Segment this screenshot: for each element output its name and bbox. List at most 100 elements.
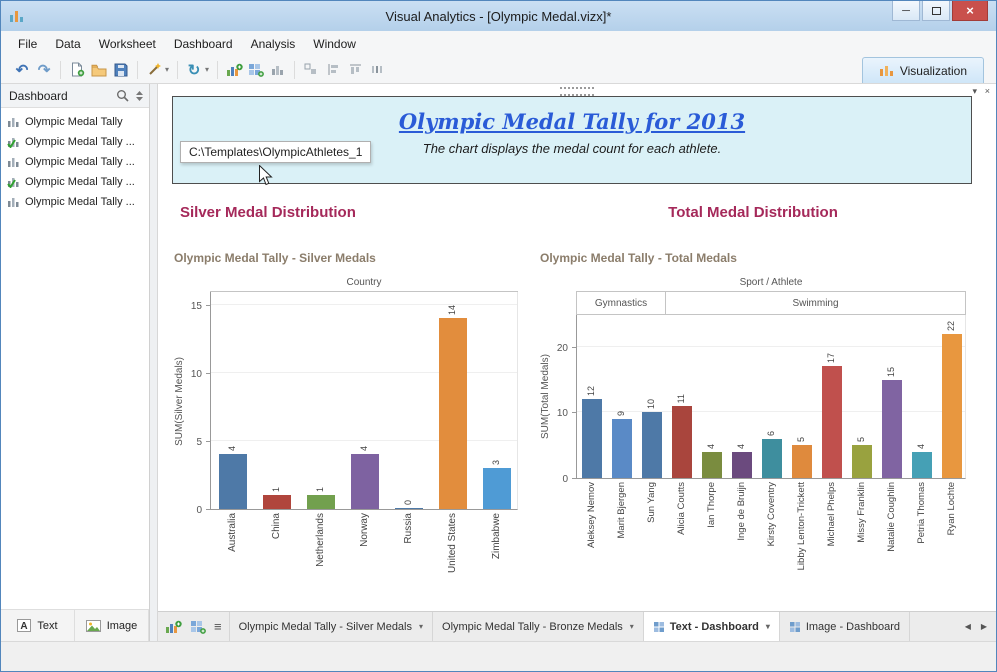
- bar-sun-yang[interactable]: [642, 412, 662, 478]
- add-chart-icon[interactable]: [223, 59, 245, 81]
- top-axis-label: Country: [210, 277, 518, 292]
- image-button-label: Image: [106, 619, 138, 632]
- x-axis-label: Russia: [402, 513, 414, 544]
- bar-marit-bjergen[interactable]: [612, 419, 632, 478]
- bar-value-label: 1: [315, 486, 325, 492]
- tab-scroll-right-icon[interactable]: ▶: [978, 618, 990, 635]
- x-axis-label: Zimbabwe: [490, 513, 502, 560]
- sidebar-item-2[interactable]: Olympic Medal Tally ...: [1, 132, 149, 152]
- add-text-button[interactable]: A Text: [1, 610, 75, 641]
- refresh-icon[interactable]: ↻: [183, 59, 205, 81]
- bar-inge-de-bruijn[interactable]: [732, 452, 752, 478]
- tab-3[interactable]: Text - Dashboard ▾: [643, 612, 780, 641]
- sidebar-item-1[interactable]: Olympic Medal Tally: [1, 112, 149, 132]
- close-button[interactable]: ×: [952, 1, 988, 21]
- bar-natalie-coughlin[interactable]: [882, 380, 902, 478]
- arrange-icon[interactable]: [300, 59, 322, 81]
- tab-caret-icon[interactable]: ▾: [766, 622, 770, 631]
- bar-australia[interactable]: [219, 454, 247, 509]
- grid-line: [211, 303, 517, 305]
- bar-ryan-lochte[interactable]: [942, 334, 962, 478]
- x-axis-label: Ryan Lochte: [945, 482, 957, 536]
- top-axis-label: Sport / Athlete: [576, 277, 966, 292]
- chart-checked-icon: [7, 176, 20, 188]
- tab-4[interactable]: Image - Dashboard: [780, 612, 910, 641]
- path-tooltip: C:\Templates\OlympicAthletes_1: [180, 141, 372, 163]
- sidebar-item-5[interactable]: Olympic Medal Tally ...: [1, 192, 149, 212]
- add-worksheet-icon[interactable]: [165, 620, 182, 634]
- widget-grip-handle[interactable]: [560, 87, 594, 96]
- format-wand-icon[interactable]: [143, 59, 165, 81]
- save-icon[interactable]: [110, 59, 132, 81]
- add-dashboard-icon[interactable]: [190, 620, 206, 634]
- search-icon[interactable]: [116, 89, 129, 102]
- minimize-button[interactable]: ─: [892, 1, 920, 21]
- bar-russia[interactable]: [395, 508, 423, 509]
- bar-missy-franklin[interactable]: [852, 445, 872, 478]
- distribute-icon[interactable]: [366, 59, 388, 81]
- bar-aleksey-nemov[interactable]: [582, 399, 602, 478]
- align-left-icon[interactable]: [322, 59, 344, 81]
- bar-united-states[interactable]: [439, 318, 467, 509]
- tab-caret-icon[interactable]: ▾: [419, 622, 423, 631]
- bar-ian-thorpe[interactable]: [702, 452, 722, 478]
- toolbar-separator: [217, 60, 219, 79]
- bar-petria-thomas[interactable]: [912, 452, 932, 478]
- chart-icon: [7, 116, 20, 128]
- dashboard-panel: ▾ × Olympic Medal Tally for 2013 The cha…: [158, 84, 996, 641]
- total-medal-section: Total Medal Distribution Olympic Medal T…: [538, 204, 968, 590]
- dropdown-caret-icon[interactable]: ▾: [205, 65, 209, 74]
- title-bar[interactable]: Visual Analytics - [Olympic Medal.vizx]*…: [1, 1, 996, 31]
- x-axis-labels: Aleksey Nemov Marit Bjergen Sun Yang Alicia…: [538, 479, 968, 583]
- maximize-icon: [931, 6, 941, 15]
- export-icon[interactable]: [88, 59, 110, 81]
- visualization-tab[interactable]: Visualization: [861, 57, 984, 83]
- sidebar-splitter[interactable]: [150, 84, 158, 641]
- bar-michael-phelps[interactable]: [822, 366, 842, 478]
- widget-title: Olympic Medal Tally for 2013: [398, 109, 746, 134]
- undo-icon[interactable]: ↶: [11, 59, 33, 81]
- list-icon[interactable]: ≡: [214, 619, 222, 634]
- bar-china[interactable]: [263, 495, 291, 509]
- add-image-button[interactable]: Image: [75, 610, 149, 641]
- text-button-label: Text: [37, 619, 58, 632]
- plot-area: 12 9 10 11 4 4 6 5 17 5 15 4 22: [576, 315, 966, 479]
- panel-close-icon[interactable]: ×: [982, 85, 993, 97]
- bar-alicia-coutts[interactable]: [672, 406, 692, 478]
- bar-zimbabwe[interactable]: [483, 468, 511, 509]
- text-widget[interactable]: Olympic Medal Tally for 2013 The chart d…: [172, 96, 972, 184]
- tab-2[interactable]: Olympic Medal Tally - Bronze Medals ▾: [433, 612, 644, 641]
- bar-kirsty-coventry[interactable]: [762, 439, 782, 478]
- tab-caret-icon[interactable]: ▾: [630, 622, 634, 631]
- bar-value-label: 5: [856, 436, 866, 442]
- x-axis-label: Norway: [358, 513, 370, 547]
- menu-file[interactable]: File: [9, 33, 46, 55]
- menu-worksheet[interactable]: Worksheet: [90, 33, 165, 55]
- add-grid-icon[interactable]: [245, 59, 267, 81]
- x-axis-label: Michael Phelps: [825, 482, 837, 547]
- sidebar-item-4[interactable]: Olympic Medal Tally ...: [1, 172, 149, 192]
- sidebar-item-label: Olympic Medal Tally ...: [25, 196, 135, 208]
- bar-value-label: 4: [916, 443, 926, 449]
- tab-scroll-left-icon[interactable]: ◀: [962, 618, 974, 635]
- sidebar-item-3[interactable]: Olympic Medal Tally ...: [1, 152, 149, 172]
- dropdown-caret-icon[interactable]: ▾: [165, 65, 169, 74]
- bar-netherlands[interactable]: [307, 495, 335, 509]
- grid-line: [211, 439, 517, 441]
- menu-analysis[interactable]: Analysis: [242, 33, 305, 55]
- maximize-button[interactable]: [922, 1, 950, 21]
- menu-window[interactable]: Window: [304, 33, 365, 55]
- y-tick-label: 15: [190, 300, 202, 312]
- bar-norway[interactable]: [351, 454, 379, 509]
- tab-1[interactable]: Olympic Medal Tally - Silver Medals ▾: [230, 612, 434, 641]
- sort-toggle-icon[interactable]: [135, 90, 144, 102]
- silver-medals-chart: Country SUM(Silver Medals) 0 5 10 15 4 1 1 4 0 14 3 A…: [172, 277, 522, 590]
- redo-icon[interactable]: ↷: [33, 59, 55, 81]
- x-axis-label: Petria Thomas: [915, 482, 927, 544]
- bar-libby-lenton-trickett[interactable]: [792, 445, 812, 478]
- align-top-icon[interactable]: [344, 59, 366, 81]
- menu-data[interactable]: Data: [46, 33, 89, 55]
- chart-type-icon[interactable]: [267, 59, 289, 81]
- new-worksheet-icon[interactable]: [66, 59, 88, 81]
- menu-dashboard[interactable]: Dashboard: [165, 33, 242, 55]
